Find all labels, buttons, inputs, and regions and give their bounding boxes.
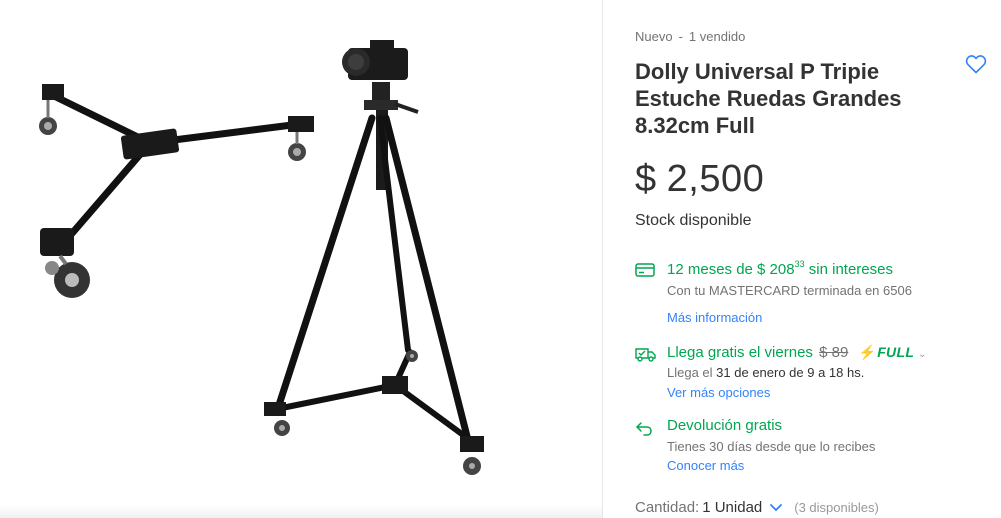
condition-label: Nuevo: [635, 29, 673, 44]
more-info-link[interactable]: Más información: [667, 310, 762, 325]
bolt-icon: ⚡: [858, 344, 877, 360]
eta-date: 31 de enero de 9 a 18 hs.: [716, 365, 865, 380]
shipping-free-label: Llega gratis el viernes: [667, 344, 813, 361]
quantity-label: Cantidad:: [635, 499, 700, 516]
returns-text: Devolución gratis: [667, 417, 783, 434]
shipping-eta: Llega el 31 de enero de 9 a 18 hs.: [667, 365, 864, 380]
favorite-heart-icon[interactable]: [964, 52, 988, 76]
returns-detail: Tienes 30 días desde que lo recibes: [667, 439, 876, 454]
returns-link[interactable]: Conocer más: [667, 458, 744, 473]
return-arrow-icon: [635, 420, 657, 438]
installments-cents: 33: [794, 259, 805, 269]
quantity-value[interactable]: 1 Unidad: [702, 499, 762, 516]
stock-status: Stock disponible: [635, 212, 752, 229]
card-info: Con tu MASTERCARD terminada en 6506: [667, 283, 912, 298]
shipping-text: Llega gratis el viernes $ 89 ⚡FULL ⌄: [667, 344, 927, 361]
product-image[interactable]: [0, 0, 602, 518]
shipping-old-price: $ 89: [819, 344, 849, 361]
installments-text: 12 meses de $ 20833 sin intereses: [667, 259, 893, 278]
installments-suffix: sin intereses: [808, 261, 893, 278]
installments-prefix: 12 meses de $ 208: [667, 261, 795, 278]
quantity-selector[interactable]: Cantidad: 1 Unidad (3 disponibles): [635, 499, 879, 516]
quantity-available: (3 disponibles): [794, 500, 879, 515]
eta-prefix: Llega el: [667, 365, 713, 380]
meta-separator: -: [678, 29, 683, 44]
panel-divider: [602, 0, 603, 518]
product-title: Dolly Universal P Tripie Estuche Ruedas …: [635, 59, 902, 138]
credit-card-icon: [635, 262, 657, 280]
gallery-bottom-shade: [0, 505, 602, 518]
full-badge: ⚡FULL: [858, 344, 914, 361]
product-meta: Nuevo -1 vendido: [635, 29, 745, 44]
more-options-link[interactable]: Ver más opciones: [667, 385, 770, 400]
truck-icon: [635, 346, 657, 364]
product-price: $2,500: [635, 158, 764, 201]
tripod-dolly-photo: [39, 40, 484, 475]
product-info-panel: Nuevo -1 vendido Dolly Universal P Tripie…: [635, 0, 1001, 518]
price-currency: $: [635, 158, 657, 200]
chevron-down-icon[interactable]: ⌄: [918, 349, 926, 360]
chevron-down-icon[interactable]: [770, 501, 783, 515]
sold-count: 1 vendido: [688, 29, 746, 44]
full-label: FULL: [877, 344, 915, 360]
price-amount: 2,500: [666, 158, 765, 200]
